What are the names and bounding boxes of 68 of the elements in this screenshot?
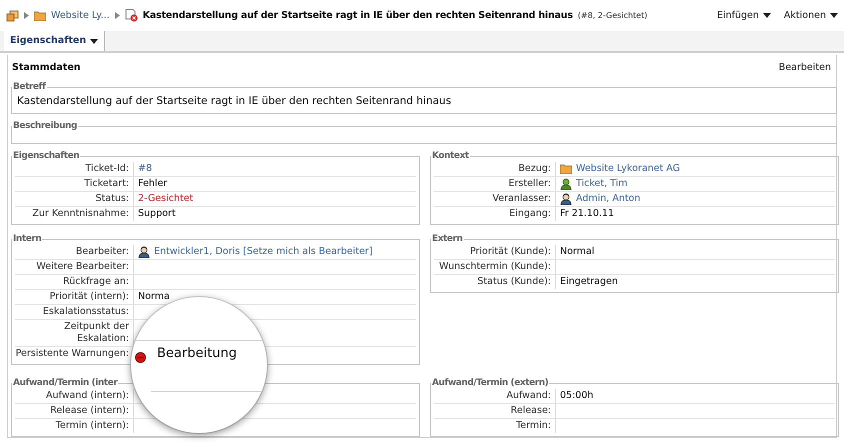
field-label: Aufwand: [506, 390, 551, 402]
subject-text: Kastendarstellung auf der Startseite ragt in IE über den rechten Seitenrand hinaus [16, 94, 452, 109]
folder-icon [34, 10, 46, 20]
field-label: Eskalationsstatus: [42, 306, 129, 318]
field-label: Bezug: [518, 163, 551, 175]
tab[interactable]: Eigenschaften [4, 31, 106, 51]
field-label: Termin: [516, 420, 551, 432]
group-title: Aufwand/Termin (extern) [431, 377, 550, 389]
boxes-icon [6, 10, 19, 22]
user-link[interactable]: Admin, Anton [576, 193, 640, 205]
field-label: Zeitpunkt der Eskalation: [63, 321, 129, 345]
caret-icon [90, 38, 98, 44]
group-title: Eigenschaften [12, 150, 80, 162]
group-title: Extern [431, 233, 464, 245]
field-label: Status: [96, 193, 129, 205]
group-title: Aufwand/Termin (inter [12, 377, 118, 389]
user-link[interactable]: Entwickler1, Doris [Setze mich als Bearbeiter] [154, 246, 373, 258]
status-value: 2-Gesichtet [138, 193, 194, 205]
menu-button[interactable]: Aktionen [784, 10, 838, 22]
field-link[interactable]: #8 [138, 163, 152, 175]
group-title: Betreff [12, 81, 46, 93]
person-icon [138, 246, 150, 258]
field-label: Aufwand (intern): [46, 390, 129, 402]
field-value: Support [138, 208, 176, 220]
person-icon [560, 193, 572, 205]
field-label: Bearbeiter: [76, 246, 129, 258]
field-label: Status (Kunde): [477, 276, 551, 288]
field-label: Ersteller: [508, 178, 551, 190]
field-value: Norma [138, 291, 170, 303]
chevron-icon [24, 12, 29, 19]
chevron-icon [114, 12, 120, 19]
field-label: Termin (intern): [56, 420, 129, 432]
menu-button[interactable]: Einfügen [716, 10, 771, 22]
panel-title: Stammdaten [12, 62, 81, 74]
breadcrumb-link[interactable]: Website Ly... [51, 10, 110, 22]
field-label: Priorität (Kunde): [470, 246, 551, 258]
field-label: Weitere Bearbeiter: [36, 261, 129, 273]
field-label: Veranlasser: [492, 193, 551, 205]
field-label: Persistente Warnungen: [16, 348, 129, 360]
field-label: Ticketart: [84, 178, 129, 190]
field-label: Ticket-Id: [85, 163, 129, 175]
no-entry-icon [135, 352, 146, 363]
field-label: Wunschtermin (Kunde): [439, 261, 551, 273]
field-value: Normal [560, 246, 594, 258]
caret-icon [830, 13, 838, 18]
field-label: Priorität (intern): [50, 291, 129, 303]
ticket-title: Kastendarstellung auf der Startseite ragt in IE über den rechten Seitenrand hinaus [142, 10, 573, 22]
ticket-meta: (#8, 2-Gesichtet) [578, 10, 648, 22]
caret-icon [762, 13, 771, 18]
edit-link[interactable]: Bearbeiten [778, 62, 831, 74]
warning-text: Bearbeitung [157, 348, 237, 360]
field-link[interactable]: Website Lykoranet AG [576, 163, 680, 175]
document-error-icon [124, 9, 138, 22]
field-value: Fr 21.10.11 [560, 208, 614, 220]
field-label: Eingang: [509, 208, 551, 220]
group-title: Kontext [431, 150, 470, 162]
field-value: Eingetragen [560, 276, 618, 288]
field-label: Zur Kenntnisnahme: [32, 208, 129, 220]
user-link[interactable]: Ticket, Tim [576, 178, 628, 190]
field-value: 05:00h [560, 390, 594, 402]
field-value: Fehler [138, 178, 168, 190]
field-label: Release: [510, 405, 551, 417]
person-icon [560, 178, 572, 190]
group-title: Beschreibung [12, 120, 78, 132]
field-label: Release (intern): [50, 405, 129, 417]
field-label: Rückfrage an: [63, 276, 129, 288]
folder-icon [560, 164, 572, 174]
group-title: Intern [12, 233, 42, 245]
